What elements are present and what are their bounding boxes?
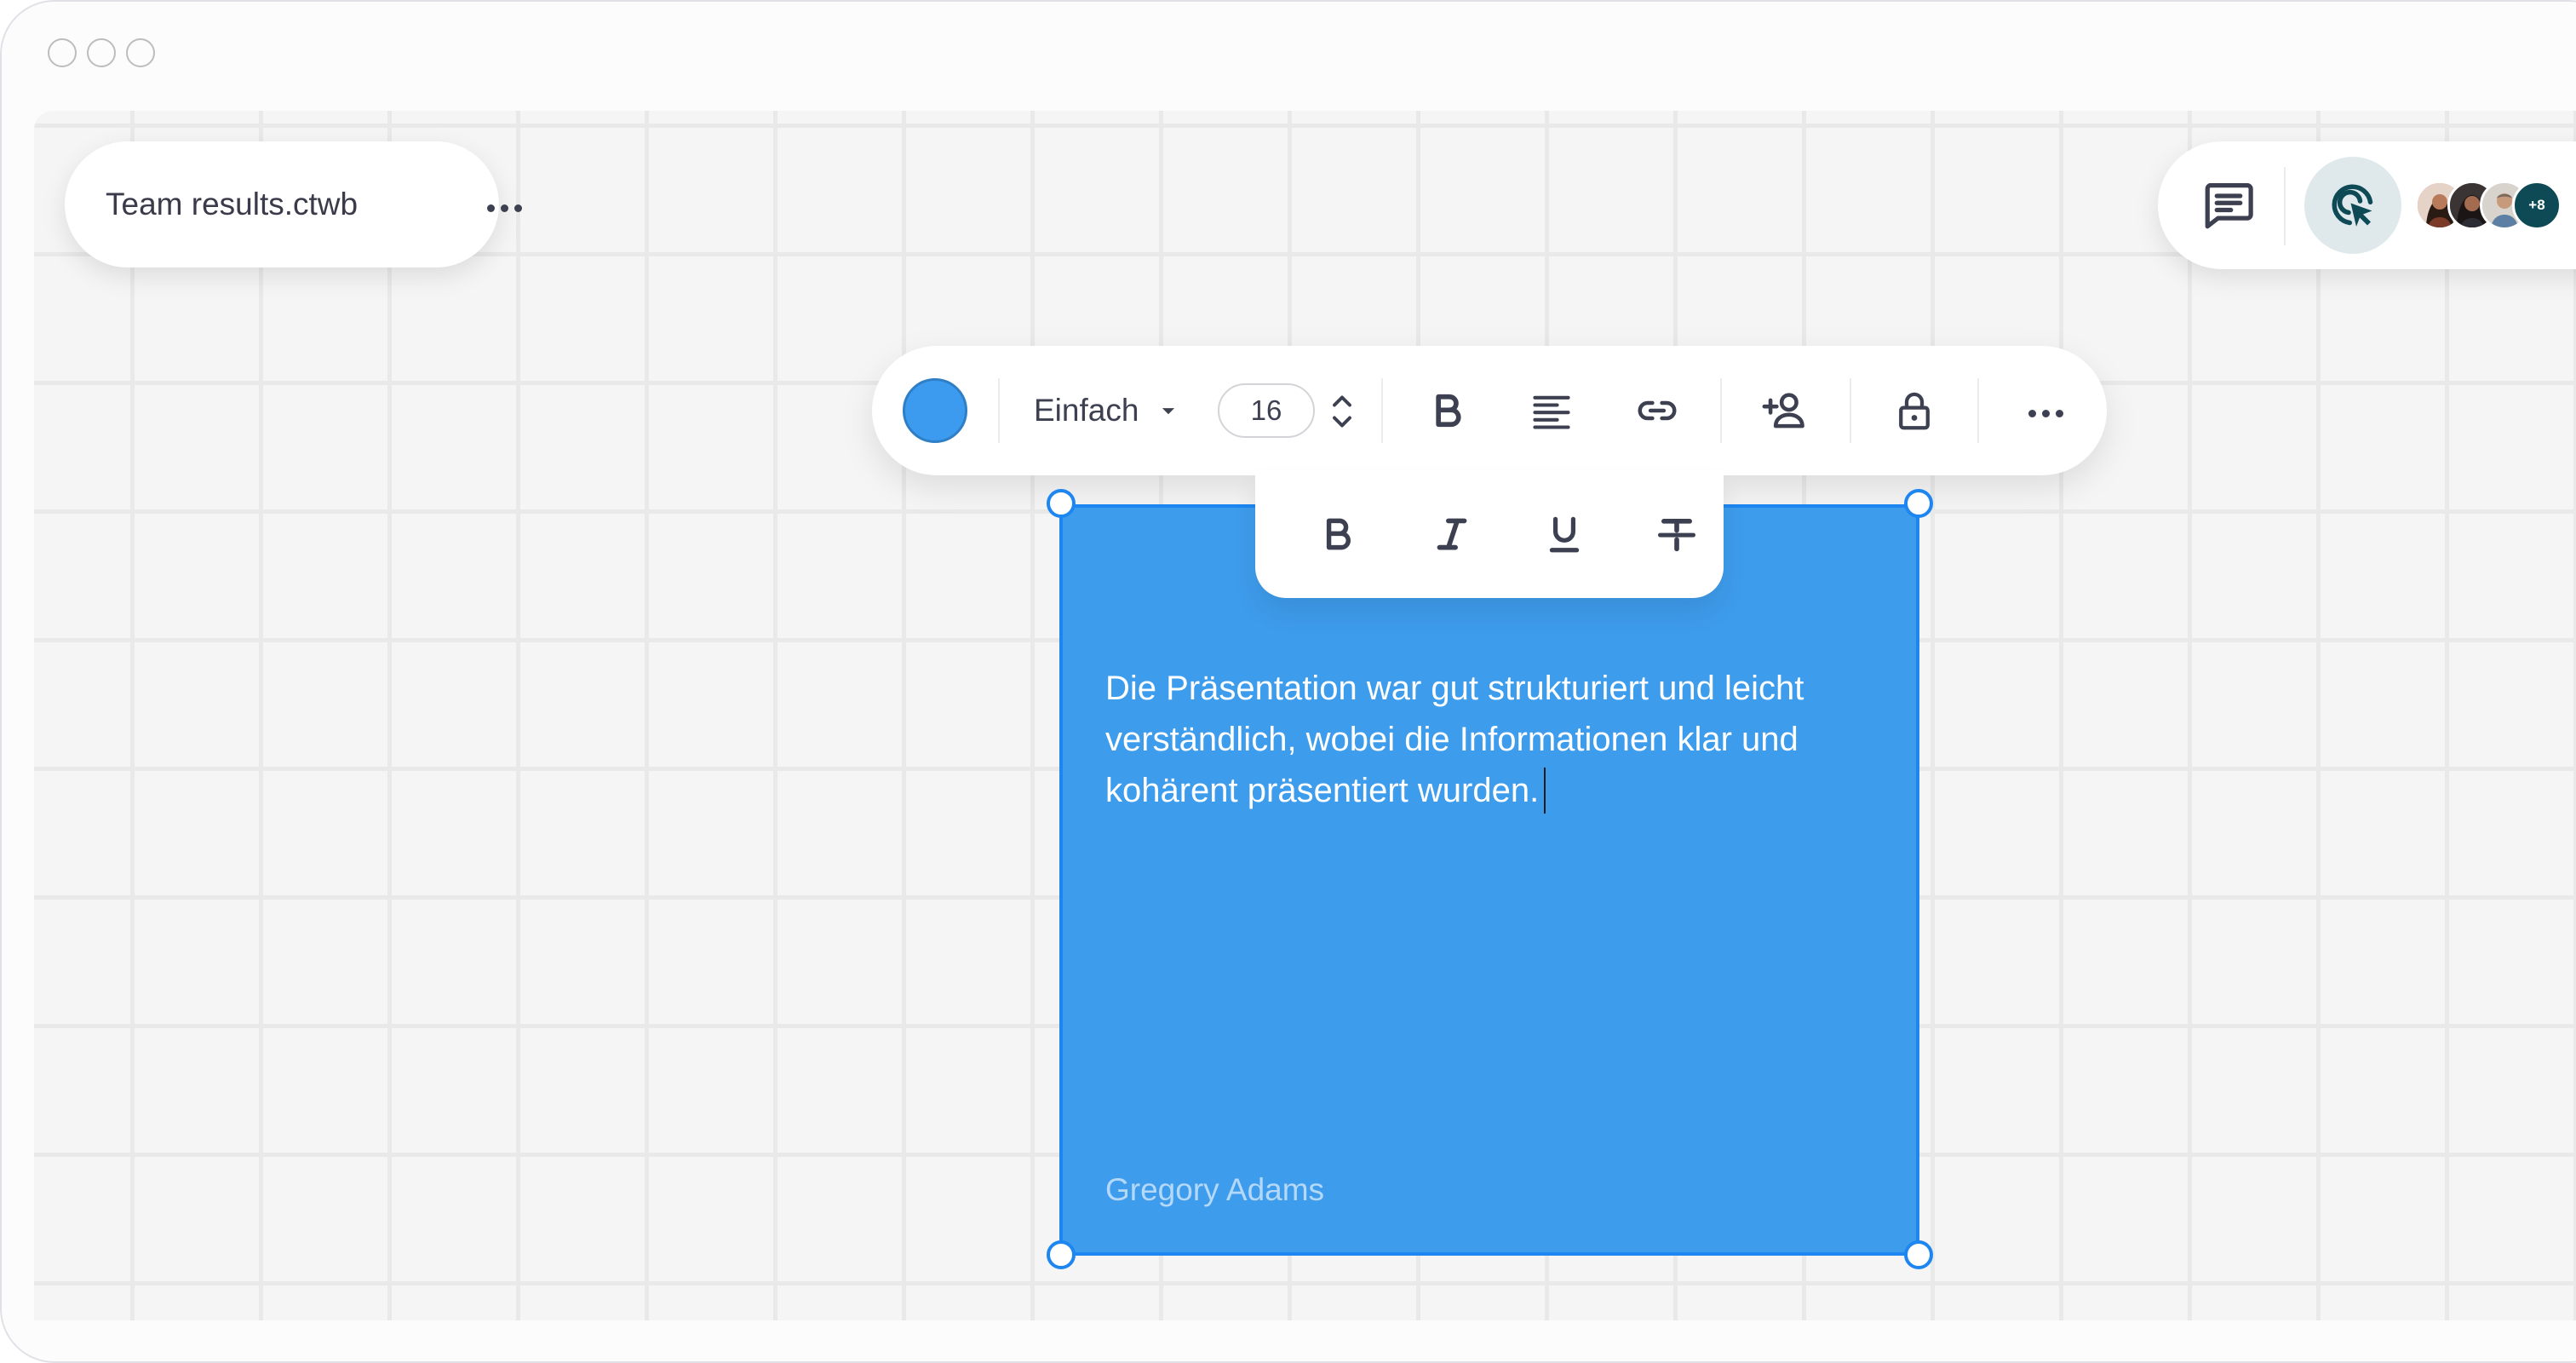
note-author: Gregory Adams [1105,1172,1325,1207]
divider [1977,378,1979,443]
window-controls [48,38,155,67]
file-name[interactable]: Team results.ctwb [106,187,358,222]
bold-icon[interactable] [1308,504,1368,564]
resize-handle-top-right[interactable] [1904,489,1933,518]
divider [1850,378,1851,443]
font-size-input[interactable]: 16 [1218,383,1315,438]
divider [2284,167,2286,245]
size-stepper-icon[interactable] [1327,388,1357,434]
collaboration-bar: +8 [2158,141,2576,269]
link-icon[interactable] [1628,382,1686,440]
caret-down-icon [1162,408,1175,415]
maximize-window-button[interactable] [126,38,155,67]
lock-icon[interactable] [1885,382,1943,440]
resize-handle-bottom-right[interactable] [1904,1240,1933,1269]
bold-icon[interactable] [1419,382,1477,440]
minimize-window-button[interactable] [87,38,116,67]
text-format-popover [1255,470,1724,598]
formatting-toolbar: Einfach 16 [872,346,2107,475]
underline-icon[interactable] [1535,504,1594,564]
font-style-label: Einfach [1034,393,1139,428]
resize-handle-bottom-left[interactable] [1047,1240,1076,1269]
more-horizontal-icon[interactable] [484,201,525,216]
align-text-icon[interactable] [1523,382,1581,440]
divider [998,378,1000,443]
comment-icon[interactable] [2200,177,2257,233]
more-collaborators-badge[interactable]: +8 [2512,181,2562,230]
note-text: Die Präsentation war gut strukturiert un… [1105,670,1804,809]
cursor-tracking-icon [2332,184,2373,227]
divider [1720,378,1722,443]
add-user-icon[interactable] [1756,382,1814,440]
cursor-tracking-button[interactable] [2304,157,2401,254]
more-horizontal-icon[interactable] [2025,406,2067,421]
file-title-pill: Team results.ctwb [65,141,522,267]
sticky-note[interactable]: Die Präsentation war gut strukturiert un… [1059,504,1919,1256]
text-cursor [1544,768,1546,814]
strikethrough-icon[interactable] [1647,504,1707,564]
color-picker-button[interactable] [903,378,967,443]
close-window-button[interactable] [48,38,77,67]
divider [1381,378,1383,443]
italic-icon[interactable] [1422,504,1482,564]
font-style-select[interactable]: Einfach [1034,385,1183,436]
resize-handle-top-left[interactable] [1047,489,1076,518]
